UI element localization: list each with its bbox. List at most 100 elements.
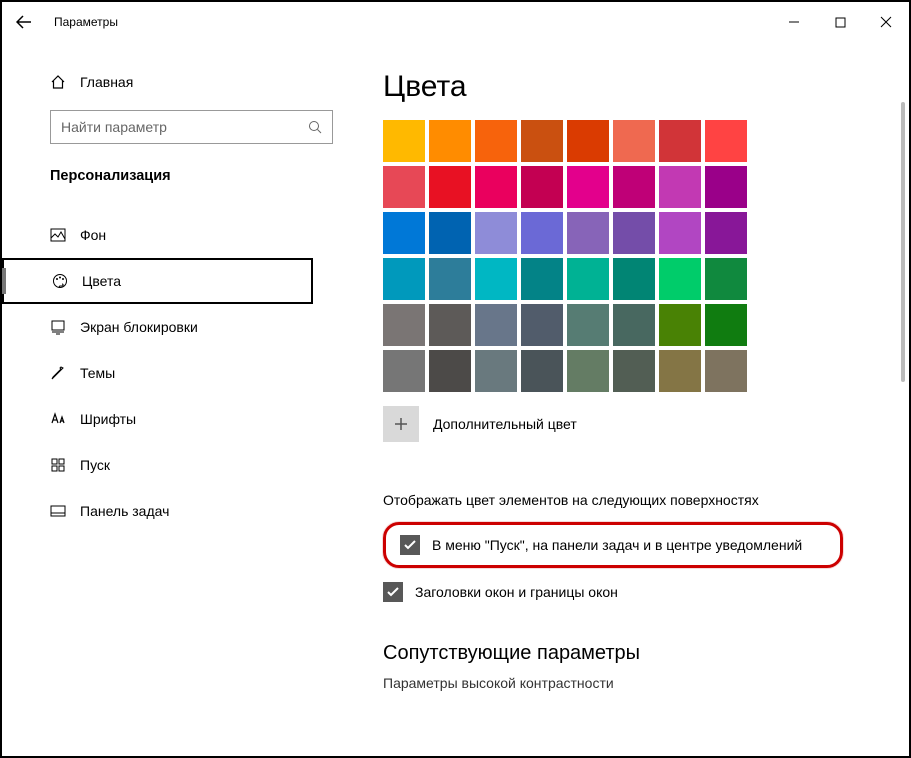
- color-swatch[interactable]: [613, 120, 655, 162]
- color-swatch[interactable]: [567, 258, 609, 300]
- sidebar-item-label: Экран блокировки: [80, 319, 198, 335]
- search-icon: [308, 120, 322, 134]
- color-swatch[interactable]: [613, 258, 655, 300]
- color-swatch[interactable]: [705, 166, 747, 208]
- color-swatch[interactable]: [383, 258, 425, 300]
- color-swatch[interactable]: [567, 212, 609, 254]
- color-swatch[interactable]: [613, 304, 655, 346]
- color-swatch[interactable]: [429, 120, 471, 162]
- color-swatch[interactable]: [521, 120, 563, 162]
- color-swatch[interactable]: [521, 166, 563, 208]
- color-swatch[interactable]: [521, 258, 563, 300]
- color-swatch[interactable]: [705, 350, 747, 392]
- sidebar-item-background[interactable]: Фон: [2, 212, 333, 258]
- color-swatch[interactable]: [475, 212, 517, 254]
- color-swatch[interactable]: [429, 166, 471, 208]
- checkbox-titlebars[interactable]: [383, 582, 403, 602]
- color-swatch[interactable]: [521, 212, 563, 254]
- color-swatch[interactable]: [475, 166, 517, 208]
- minimize-icon: [788, 16, 800, 28]
- sidebar-item-label: Темы: [80, 365, 115, 381]
- color-swatch[interactable]: [521, 350, 563, 392]
- home-label: Главная: [80, 74, 133, 90]
- maximize-button[interactable]: [817, 2, 863, 42]
- close-icon: [880, 16, 892, 28]
- checkmark-icon: [386, 585, 400, 599]
- color-swatch[interactable]: [429, 304, 471, 346]
- surfaces-heading: Отображать цвет элементов на следующих п…: [383, 492, 909, 508]
- color-swatch[interactable]: [613, 212, 655, 254]
- color-swatch[interactable]: [475, 350, 517, 392]
- page-title: Цвета: [383, 70, 909, 104]
- plus-icon: [393, 416, 409, 432]
- sidebar: Главная Найти параметр Персонализация Фо…: [2, 42, 357, 756]
- checkmark-icon: [403, 538, 417, 552]
- color-swatch[interactable]: [429, 258, 471, 300]
- color-swatch[interactable]: [705, 304, 747, 346]
- home-icon: [50, 74, 66, 90]
- color-swatch[interactable]: [429, 212, 471, 254]
- custom-color-row: Дополнительный цвет: [383, 406, 909, 442]
- color-swatch[interactable]: [705, 258, 747, 300]
- back-button[interactable]: [2, 2, 46, 42]
- color-swatch[interactable]: [613, 350, 655, 392]
- color-swatch[interactable]: [521, 304, 563, 346]
- fonts-icon: [50, 411, 66, 427]
- color-swatch[interactable]: [705, 120, 747, 162]
- color-swatch[interactable]: [567, 304, 609, 346]
- scroll-thumb[interactable]: [901, 102, 905, 382]
- sidebar-item-start[interactable]: Пуск: [2, 442, 333, 488]
- color-palette: [383, 120, 909, 392]
- color-swatch[interactable]: [659, 166, 701, 208]
- search-placeholder: Найти параметр: [61, 119, 167, 135]
- themes-icon: [50, 365, 66, 381]
- search-input[interactable]: Найти параметр: [50, 110, 333, 144]
- lockscreen-icon: [50, 319, 66, 335]
- sidebar-item-label: Шрифты: [80, 411, 136, 427]
- sidebar-item-label: Панель задач: [80, 503, 169, 519]
- color-swatch[interactable]: [567, 166, 609, 208]
- color-swatch[interactable]: [475, 120, 517, 162]
- color-swatch[interactable]: [659, 304, 701, 346]
- color-swatch[interactable]: [475, 304, 517, 346]
- sidebar-item-lockscreen[interactable]: Экран блокировки: [2, 304, 333, 350]
- color-swatch[interactable]: [475, 258, 517, 300]
- scrollbar[interactable]: [899, 42, 905, 752]
- highlighted-checkbox-row: В меню "Пуск", на панели задач и в центр…: [383, 522, 843, 568]
- close-button[interactable]: [863, 2, 909, 42]
- color-swatch[interactable]: [383, 120, 425, 162]
- maximize-icon: [835, 17, 846, 28]
- color-swatch[interactable]: [383, 166, 425, 208]
- window-controls: [771, 2, 909, 42]
- color-swatch[interactable]: [659, 120, 701, 162]
- color-swatch[interactable]: [659, 212, 701, 254]
- color-swatch[interactable]: [383, 350, 425, 392]
- color-swatch[interactable]: [613, 166, 655, 208]
- checkbox-label: В меню "Пуск", на панели задач и в центр…: [432, 537, 802, 553]
- color-swatch[interactable]: [705, 212, 747, 254]
- color-swatch[interactable]: [659, 350, 701, 392]
- minimize-button[interactable]: [771, 2, 817, 42]
- palette-icon: [52, 273, 68, 289]
- sidebar-section-heading: Персонализация: [50, 168, 333, 184]
- taskbar-icon: [50, 503, 66, 519]
- checkbox-row-titlebars: Заголовки окон и границы окон: [383, 582, 909, 602]
- window-title: Параметры: [54, 15, 118, 29]
- high-contrast-link[interactable]: Параметры высокой контрастности: [383, 675, 909, 691]
- main-content: Цвета Дополнительный цвет Отображать цве…: [357, 42, 909, 756]
- color-swatch[interactable]: [659, 258, 701, 300]
- home-link[interactable]: Главная: [50, 74, 333, 90]
- color-swatch[interactable]: [567, 120, 609, 162]
- sidebar-item-themes[interactable]: Темы: [2, 350, 333, 396]
- sidebar-item-label: Цвета: [82, 273, 121, 289]
- color-swatch[interactable]: [383, 212, 425, 254]
- color-swatch[interactable]: [567, 350, 609, 392]
- titlebar: Параметры: [2, 2, 909, 42]
- color-swatch[interactable]: [429, 350, 471, 392]
- color-swatch[interactable]: [383, 304, 425, 346]
- sidebar-item-colors[interactable]: Цвета: [2, 258, 313, 304]
- sidebar-item-fonts[interactable]: Шрифты: [2, 396, 333, 442]
- checkbox-start-taskbar[interactable]: [400, 535, 420, 555]
- custom-color-button[interactable]: [383, 406, 419, 442]
- sidebar-item-taskbar[interactable]: Панель задач: [2, 488, 333, 534]
